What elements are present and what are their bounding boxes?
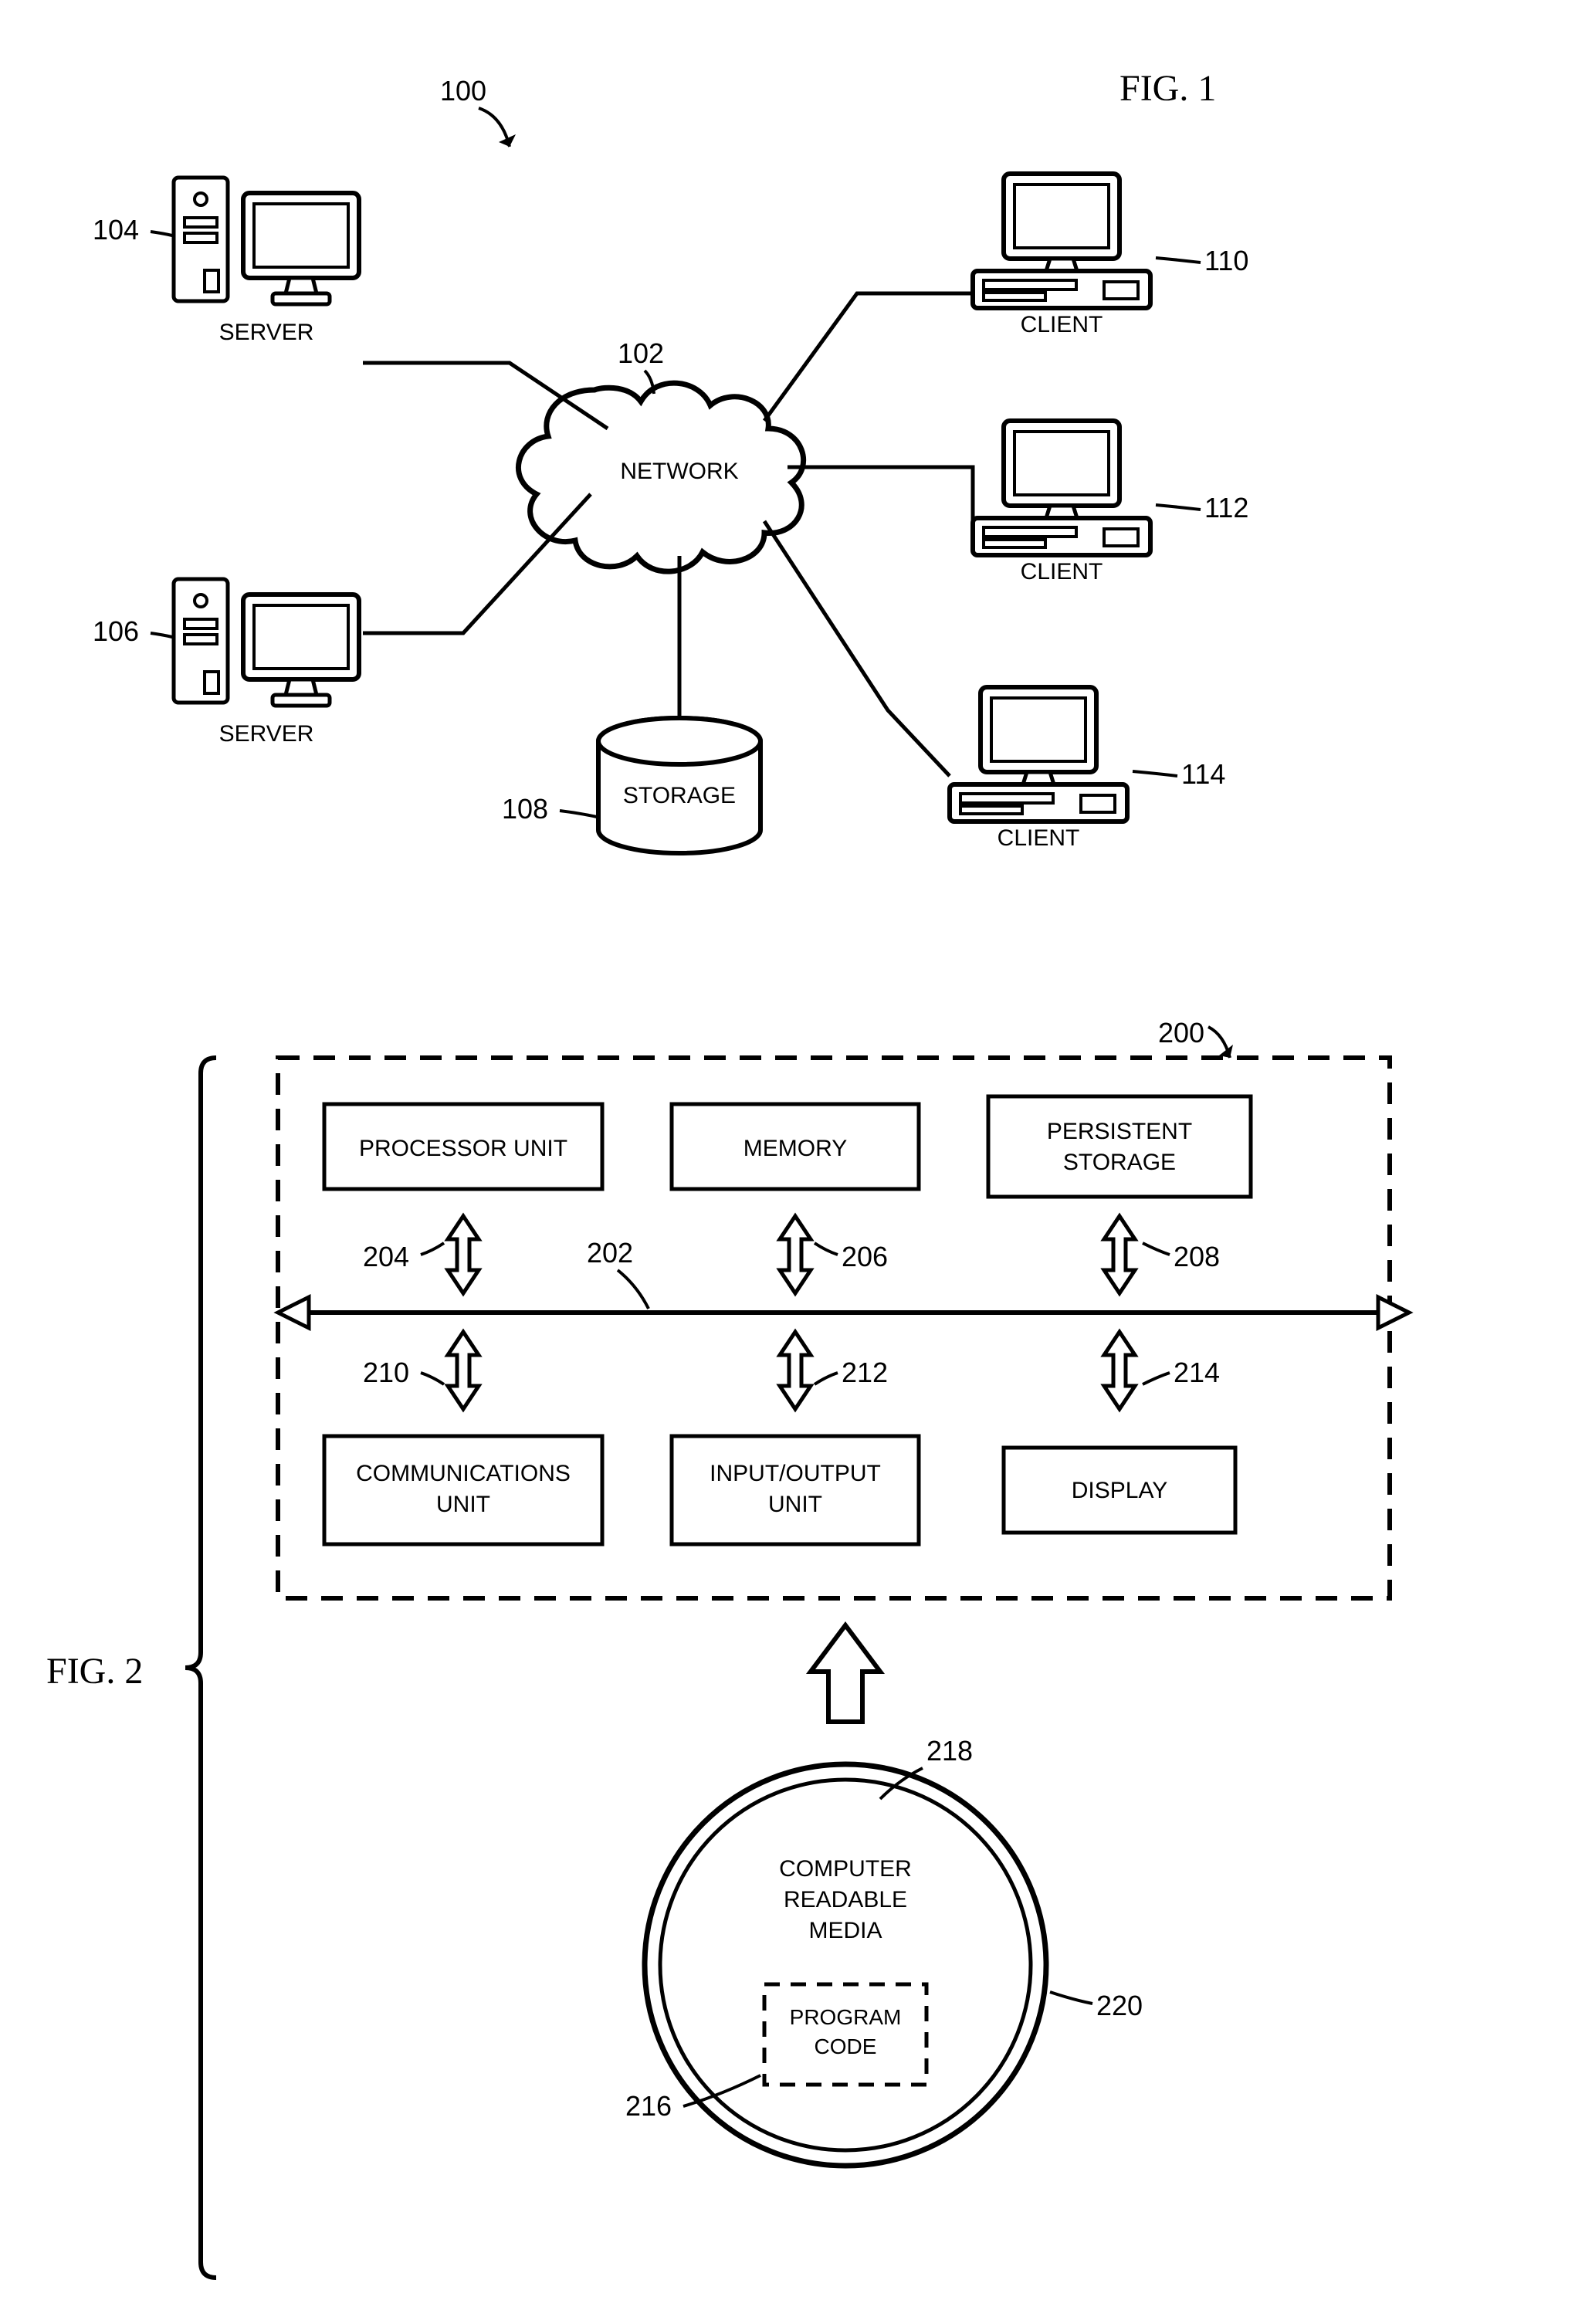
arrow-206 xyxy=(780,1216,811,1293)
media-label-2: READABLE xyxy=(784,1887,907,1912)
display-label: DISPLAY xyxy=(1072,1478,1168,1503)
ref-100: 100 xyxy=(440,75,486,107)
comm-label-2: UNIT xyxy=(436,1492,490,1517)
link-client3 xyxy=(764,521,950,776)
client-112: CLIENT xyxy=(973,421,1150,584)
memory-block: MEMORY xyxy=(672,1104,919,1189)
processor-unit-block: PROCESSOR UNIT xyxy=(324,1104,602,1189)
persistent-storage-block: PERSISTENT STORAGE xyxy=(988,1096,1251,1197)
server-104: SERVER xyxy=(174,178,359,345)
ref-208: 208 xyxy=(1174,1241,1220,1272)
io-label-1: INPUT/OUTPUT xyxy=(710,1461,881,1486)
server-106-label: SERVER xyxy=(219,721,314,747)
leader-208 xyxy=(1143,1243,1170,1255)
media-arrow-icon xyxy=(811,1625,880,1722)
ref-220: 220 xyxy=(1096,1990,1143,2021)
client-110-label: CLIENT xyxy=(1021,312,1103,337)
server-106: SERVER xyxy=(174,579,359,747)
ref-106: 106 xyxy=(93,615,139,647)
figure-1: FIG. 1 100 NETWORK 102 SERVER 104 SERVER… xyxy=(93,68,1248,853)
program-code-label-2: CODE xyxy=(815,2034,877,2058)
program-code-label-1: PROGRAM xyxy=(790,2005,902,2029)
ref-110: 110 xyxy=(1204,245,1248,276)
ref-218: 218 xyxy=(926,1735,973,1767)
arrow-208 xyxy=(1104,1216,1135,1293)
ref-102: 102 xyxy=(618,337,664,369)
client-114-label: CLIENT xyxy=(998,825,1080,851)
leader-108 xyxy=(560,811,597,817)
processor-unit-label: PROCESSOR UNIT xyxy=(359,1136,567,1161)
network-cloud: NETWORK xyxy=(518,383,803,571)
leader-214 xyxy=(1143,1373,1170,1384)
ref-202: 202 xyxy=(587,1237,633,1269)
fig2-brace xyxy=(185,1058,216,2278)
io-unit-block: INPUT/OUTPUT UNIT xyxy=(672,1436,919,1544)
display-block: DISPLAY xyxy=(1004,1448,1235,1533)
ref-104: 104 xyxy=(93,214,139,246)
fig2-title: FIG. 2 xyxy=(46,1651,143,1692)
persistent-label-2: STORAGE xyxy=(1063,1150,1176,1175)
fig1-title: FIG. 1 xyxy=(1119,68,1216,109)
ref-206: 206 xyxy=(842,1241,888,1272)
arrow-210 xyxy=(448,1332,479,1409)
io-label-2: UNIT xyxy=(768,1492,822,1517)
leader-114 xyxy=(1133,771,1177,776)
ref-210: 210 xyxy=(363,1357,409,1388)
leader-210 xyxy=(421,1373,444,1384)
arrow-212 xyxy=(780,1332,811,1409)
media-label-1: COMPUTER xyxy=(779,1856,912,1882)
storage-108: STORAGE xyxy=(598,718,760,853)
leader-212 xyxy=(815,1373,838,1384)
media-label-3: MEDIA xyxy=(808,1918,882,1943)
link-client1 xyxy=(764,293,973,421)
client-114: CLIENT xyxy=(950,687,1127,851)
leader-104 xyxy=(151,232,172,235)
memory-label: MEMORY xyxy=(743,1136,847,1161)
leader-204 xyxy=(421,1243,444,1255)
leader-110 xyxy=(1156,258,1201,263)
ref-112: 112 xyxy=(1204,492,1248,523)
ref-204: 204 xyxy=(363,1241,409,1272)
comm-label-1: COMMUNICATIONS xyxy=(356,1461,571,1486)
persistent-label-1: PERSISTENT xyxy=(1047,1119,1192,1144)
arrow-214 xyxy=(1104,1332,1135,1409)
ref-216: 216 xyxy=(625,2090,672,2122)
leader-106 xyxy=(151,633,172,637)
communications-unit-block: COMMUNICATIONS UNIT xyxy=(324,1436,602,1544)
bus-202 xyxy=(278,1297,1409,1328)
network-label: NETWORK xyxy=(620,459,738,484)
link-client2 xyxy=(788,467,973,533)
ref-114: 114 xyxy=(1181,758,1225,790)
arrow-204 xyxy=(448,1216,479,1293)
ref-200: 200 xyxy=(1158,1017,1204,1049)
leader-202 xyxy=(618,1270,649,1309)
server-104-label: SERVER xyxy=(219,320,314,345)
computer-readable-media: COMPUTER READABLE MEDIA PROGRAM CODE xyxy=(645,1764,1046,2166)
ref-212: 212 xyxy=(842,1357,888,1388)
ref-108: 108 xyxy=(502,793,548,825)
ref-214: 214 xyxy=(1174,1357,1220,1388)
client-112-label: CLIENT xyxy=(1021,559,1103,584)
leader-220 xyxy=(1050,1992,1092,2004)
figure-2: FIG. 2 200 PROCESSOR UNIT MEMORY PERSIST… xyxy=(46,1017,1409,2278)
leader-206 xyxy=(815,1243,838,1255)
leader-112 xyxy=(1156,505,1201,510)
storage-label: STORAGE xyxy=(623,783,736,808)
client-110: CLIENT xyxy=(973,174,1150,337)
